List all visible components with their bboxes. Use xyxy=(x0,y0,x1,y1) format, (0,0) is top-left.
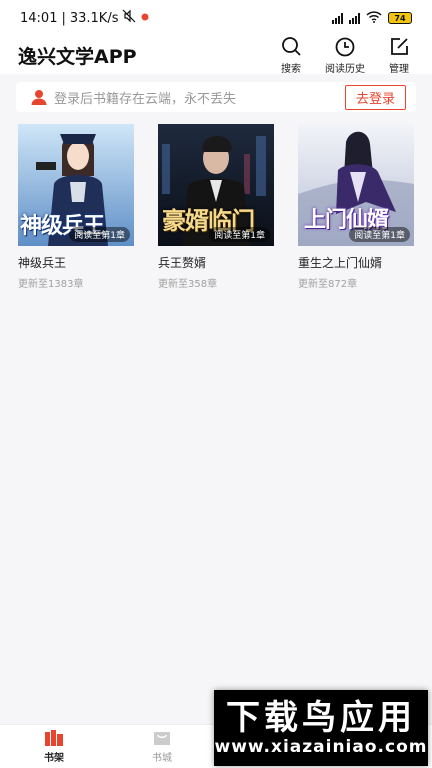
app-title: 逸兴文学APP xyxy=(18,45,137,68)
app-header: 逸兴文学APP 搜索 阅读历史 管理 xyxy=(0,36,432,75)
search-label: 搜索 xyxy=(281,63,301,75)
manage-button[interactable]: 管理 xyxy=(382,36,416,75)
book-card[interactable]: 豪婿临门 阅读至第1章 兵王赘婿 更新至358章 xyxy=(158,124,274,290)
reading-progress-badge: 阅读至第1章 xyxy=(209,227,270,242)
tab-bookshelf[interactable]: 书架 xyxy=(24,729,84,764)
wifi-icon xyxy=(366,10,382,26)
clock-icon xyxy=(335,37,355,56)
store-icon xyxy=(154,732,170,745)
search-button[interactable]: 搜索 xyxy=(274,36,308,75)
notification-icon xyxy=(140,11,150,26)
book-card[interactable]: 上门仙婿 阅读至第1章 重生之上门仙婿 更新至872章 xyxy=(298,124,414,290)
book-update: 更新至872章 xyxy=(298,279,358,290)
user-icon xyxy=(31,90,47,105)
status-divider: | xyxy=(61,10,66,26)
reading-history-button[interactable]: 阅读历史 xyxy=(322,36,368,75)
status-bar: 14:01 | 33.1K/s 74 xyxy=(0,0,432,36)
tab-bookshelf-label: 书架 xyxy=(44,753,64,764)
book-cover[interactable]: 豪婿临门 阅读至第1章 xyxy=(158,124,274,246)
bookshelf-icon xyxy=(45,730,63,746)
login-tip: 登录后书籍存在云端，永不丢失 xyxy=(54,91,237,107)
book-update: 更新至358章 xyxy=(158,279,218,290)
edit-icon xyxy=(391,37,408,55)
book-cover[interactable]: 上门仙婿 阅读至第1章 xyxy=(298,124,414,246)
search-icon xyxy=(282,36,301,56)
book-update: 更新至1383章 xyxy=(18,279,84,290)
status-time: 14:01 xyxy=(20,10,58,26)
book-title: 兵王赘婿 xyxy=(158,256,207,270)
signal-icon xyxy=(332,12,343,24)
tab-store[interactable]: 书城 xyxy=(132,729,192,764)
tab-store-label: 书城 xyxy=(152,753,172,764)
watermark-logo: 下载鸟应用 www.xiazainiao.com xyxy=(214,690,428,766)
book-title: 重生之上门仙婿 xyxy=(298,256,383,270)
watermark-url: www.xiazainiao.com xyxy=(214,737,428,757)
manage-label: 管理 xyxy=(389,63,409,75)
bookshelf-grid: 神级兵王 阅读至第1章 神级兵王 更新至1383章 豪婿临门 阅读至第1章 兵王… xyxy=(18,124,418,290)
book-card[interactable]: 神级兵王 阅读至第1章 神级兵王 更新至1383章 xyxy=(18,124,134,290)
battery-icon: 74 xyxy=(388,12,412,24)
book-title: 神级兵王 xyxy=(18,256,67,270)
login-banner: 登录后书籍存在云端，永不丢失 去登录 xyxy=(16,82,416,112)
status-left: 14:01 | 33.1K/s xyxy=(20,9,150,27)
status-right: 74 xyxy=(332,10,412,26)
mute-icon xyxy=(122,9,136,27)
status-speed: 33.1K/s xyxy=(69,10,119,26)
reading-history-label: 阅读历史 xyxy=(325,63,365,75)
book-cover[interactable]: 神级兵王 阅读至第1章 xyxy=(18,124,134,246)
reading-progress-badge: 阅读至第1章 xyxy=(349,227,410,242)
signal-icon-2 xyxy=(349,12,360,24)
header-actions: 搜索 阅读历史 管理 xyxy=(274,36,416,75)
watermark-main: 下载鸟应用 xyxy=(226,698,416,738)
login-button[interactable]: 去登录 xyxy=(344,84,406,110)
reading-progress-badge: 阅读至第1章 xyxy=(69,227,130,242)
